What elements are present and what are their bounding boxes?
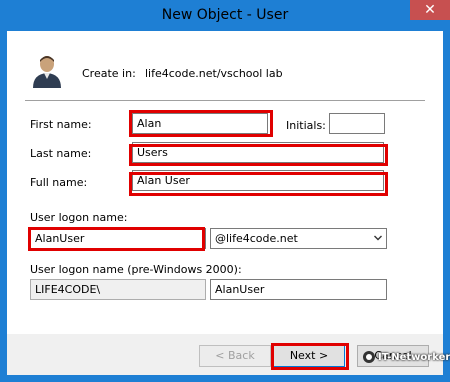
separator bbox=[25, 100, 425, 101]
window-title: New Object - User bbox=[161, 7, 289, 23]
pre2000-label: User logon name (pre-Windows 2000): bbox=[30, 263, 242, 276]
full-name-highlight bbox=[129, 172, 388, 196]
watermark-logo-icon bbox=[363, 351, 375, 363]
next-highlight bbox=[271, 343, 349, 370]
close-button[interactable]: ✕ bbox=[410, 0, 450, 20]
last-name-label: Last name: bbox=[30, 147, 92, 160]
logon-name-highlight bbox=[28, 227, 205, 251]
create-in-value: life4code.net/vschool lab bbox=[145, 67, 283, 80]
initials-field[interactable] bbox=[329, 113, 385, 134]
watermark-text: IT-Networkers bbox=[378, 352, 450, 363]
pre2000-name-field[interactable]: AlanUser bbox=[210, 279, 387, 300]
dialog-content: Create in: life4code.net/vschool lab Fir… bbox=[7, 31, 443, 334]
back-button[interactable]: < Back bbox=[199, 345, 271, 367]
watermark: IT-Networkers bbox=[362, 347, 450, 369]
user-icon bbox=[33, 56, 61, 88]
first-name-highlight bbox=[129, 110, 273, 137]
first-name-label: First name: bbox=[30, 118, 92, 131]
title-bar[interactable]: New Object - User ✕ bbox=[0, 0, 450, 31]
close-icon: ✕ bbox=[424, 2, 436, 18]
initials-label: Initials: bbox=[286, 119, 326, 132]
create-in-label: Create in: bbox=[82, 67, 136, 80]
dialog-window: New Object - User ✕ Create in: life4code… bbox=[0, 0, 450, 382]
last-name-highlight bbox=[129, 144, 388, 166]
full-name-label: Full name: bbox=[30, 176, 88, 189]
domain-select-value: @life4code.net bbox=[215, 232, 298, 245]
domain-select[interactable]: @life4code.net bbox=[210, 228, 387, 249]
dialog-body: Create in: life4code.net/vschool lab Fir… bbox=[7, 31, 443, 375]
pre2000-domain-field: LIFE4CODE\ bbox=[30, 279, 206, 300]
logon-name-label: User logon name: bbox=[30, 211, 128, 224]
chevron-down-icon bbox=[374, 235, 382, 241]
